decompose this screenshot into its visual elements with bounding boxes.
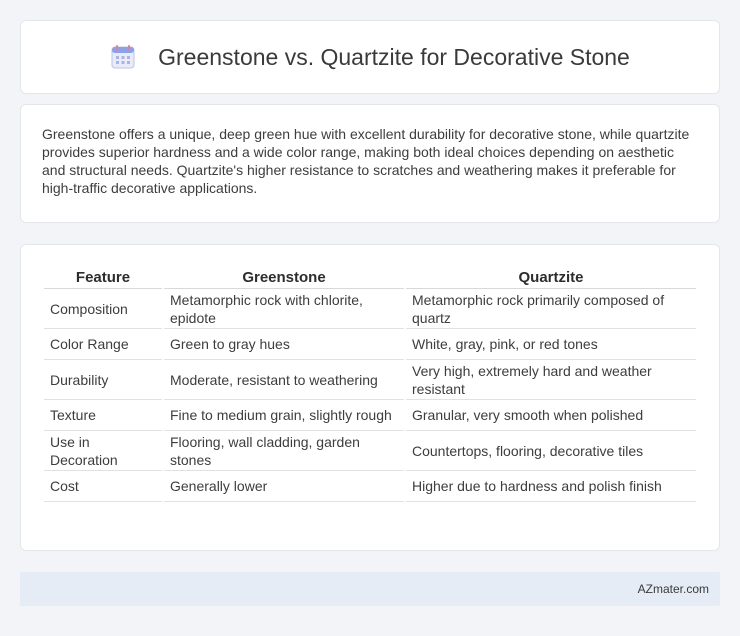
footer-brand[interactable]: AZmater.com bbox=[638, 582, 709, 596]
row-feature: Composition bbox=[44, 289, 162, 329]
row-quartzite: Higher due to hardness and polish finish bbox=[406, 471, 696, 502]
row-greenstone: Green to gray hues bbox=[164, 329, 404, 360]
footer-bar: AZmater.com bbox=[20, 572, 720, 606]
comparison-table: Feature Greenstone Quartzite Composition… bbox=[42, 263, 698, 502]
table-row: Use in Decoration Flooring, wall claddin… bbox=[44, 431, 696, 471]
row-greenstone: Flooring, wall cladding, garden stones bbox=[164, 431, 404, 471]
calendar-icon bbox=[110, 44, 136, 70]
row-feature: Use in Decoration bbox=[44, 431, 162, 471]
comparison-card: Feature Greenstone Quartzite Composition… bbox=[20, 244, 720, 551]
row-greenstone: Moderate, resistant to weathering bbox=[164, 360, 404, 400]
row-quartzite: White, gray, pink, or red tones bbox=[406, 329, 696, 360]
row-quartzite: Metamorphic rock primarily composed of q… bbox=[406, 289, 696, 329]
row-quartzite: Countertops, flooring, decorative tiles bbox=[406, 431, 696, 471]
page-title: Greenstone vs. Quartzite for Decorative … bbox=[158, 43, 630, 70]
row-feature: Durability bbox=[44, 360, 162, 400]
header-feature: Feature bbox=[44, 263, 162, 289]
table-row: Durability Moderate, resistant to weathe… bbox=[44, 360, 696, 400]
row-feature: Cost bbox=[44, 471, 162, 502]
table-row: Composition Metamorphic rock with chlori… bbox=[44, 289, 696, 329]
row-quartzite: Very high, extremely hard and weather re… bbox=[406, 360, 696, 400]
table-row: Cost Generally lower Higher due to hardn… bbox=[44, 471, 696, 502]
table-header-row: Feature Greenstone Quartzite bbox=[44, 263, 696, 289]
row-feature: Texture bbox=[44, 400, 162, 431]
row-greenstone: Generally lower bbox=[164, 471, 404, 502]
summary-card: Greenstone offers a unique, deep green h… bbox=[20, 104, 720, 223]
header-greenstone: Greenstone bbox=[164, 263, 404, 289]
row-greenstone: Fine to medium grain, slightly rough bbox=[164, 400, 404, 431]
table-row: Texture Fine to medium grain, slightly r… bbox=[44, 400, 696, 431]
summary-text: Greenstone offers a unique, deep green h… bbox=[42, 126, 690, 196]
row-feature: Color Range bbox=[44, 329, 162, 360]
table-row: Color Range Green to gray hues White, gr… bbox=[44, 329, 696, 360]
title-card: Greenstone vs. Quartzite for Decorative … bbox=[20, 20, 720, 94]
row-quartzite: Granular, very smooth when polished bbox=[406, 400, 696, 431]
header-quartzite: Quartzite bbox=[406, 263, 696, 289]
row-greenstone: Metamorphic rock with chlorite, epidote bbox=[164, 289, 404, 329]
